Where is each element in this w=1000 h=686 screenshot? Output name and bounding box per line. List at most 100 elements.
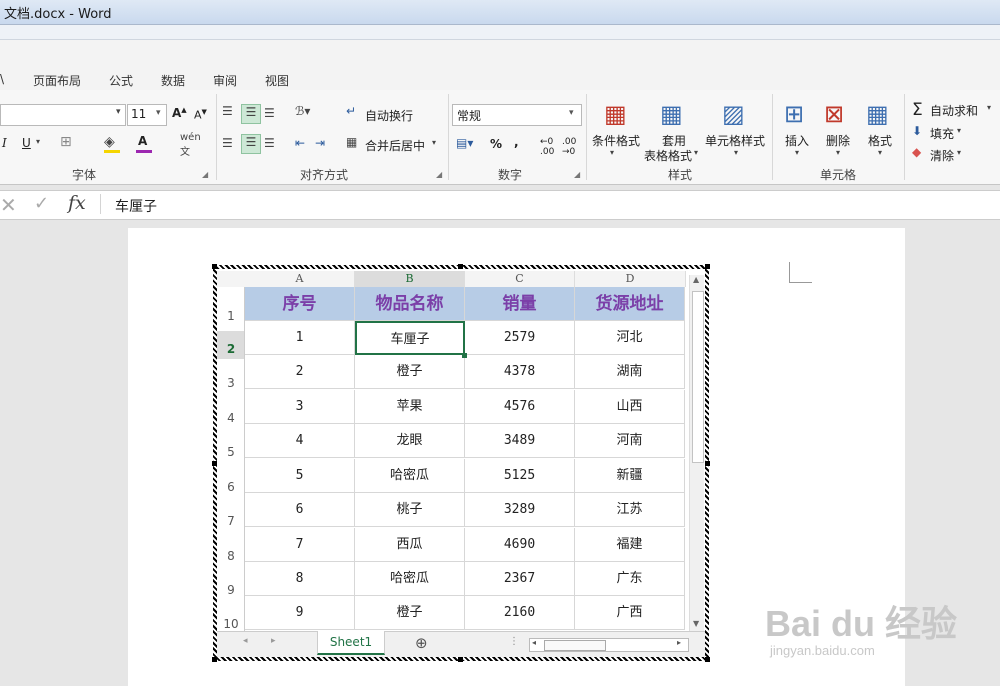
table-cell[interactable]: 4 [245,424,355,458]
column-header-d[interactable]: D [575,271,686,287]
table-cell[interactable]: 3489 [465,424,575,458]
scroll-up-icon[interactable]: ▲ [693,275,699,284]
tab-view[interactable]: 视图 [265,72,289,89]
table-cell[interactable]: 2160 [465,596,575,630]
fill-button[interactable]: 填充 [930,125,954,142]
align-top-icon[interactable]: ☰ [222,104,233,118]
prev-sheet-icon[interactable]: ◂ [243,636,248,646]
insert-button[interactable]: 插入 [785,132,809,149]
select-all-corner[interactable] [217,271,246,287]
table-cell[interactable]: 橙子 [355,355,465,389]
table-cell[interactable]: 江苏 [575,493,685,527]
increase-decimal-icon[interactable]: ←0.00 [540,137,554,157]
italic-icon[interactable]: I [2,136,7,150]
merge-center-icon[interactable]: ▦ [346,135,357,149]
table-cell[interactable]: 山西 [575,390,685,424]
embedded-worksheet-frame[interactable]: A B C D 1 2 3 4 5 6 7 8 9 10 序号 物品名称 销量 … [212,264,710,662]
chevron-down-icon[interactable]: ▾ [432,138,436,147]
table-cell[interactable]: 龙眼 [355,424,465,458]
underline-icon[interactable]: U [22,136,31,150]
row-header[interactable]: 6 [217,480,245,494]
insert-function-icon[interactable]: fx [68,192,86,214]
row-header[interactable]: 9 [217,583,245,597]
chevron-down-icon[interactable]: ▾ [610,148,614,157]
fill-color-icon[interactable]: ◈ [104,134,115,150]
font-color-icon[interactable]: A [138,134,147,148]
row-header[interactable]: 2 [217,331,245,359]
format-cells-icon[interactable]: ▦ [866,100,889,128]
header-cell[interactable]: 物品名称 [355,287,465,321]
tab-data[interactable]: 数据 [161,72,185,89]
chevron-down-icon[interactable]: ▾ [36,137,40,146]
active-cell[interactable]: 车厘子 [355,321,465,355]
wrap-text-button[interactable]: 自动换行 [365,107,413,124]
format-as-table-line2[interactable]: 表格格式 [644,147,692,164]
table-cell[interactable]: 西瓜 [355,528,465,562]
chevron-down-icon[interactable]: ▾ [734,148,738,157]
table-cell[interactable]: 苹果 [355,390,465,424]
chevron-down-icon[interactable]: ▾ [987,103,991,112]
eraser-icon[interactable]: ◆ [912,145,921,159]
scroll-left-icon[interactable]: ◂ [532,638,536,647]
align-right-icon[interactable]: ☰ [264,136,275,150]
scroll-down-icon[interactable]: ▼ [693,619,699,628]
row-header[interactable]: 4 [217,411,245,425]
conditional-format-button[interactable]: 条件格式 [592,132,640,149]
table-cell[interactable]: 哈密瓜 [355,562,465,596]
table-cell[interactable]: 8 [245,562,355,596]
cancel-icon[interactable]: ✕ [0,193,17,217]
chevron-down-icon[interactable]: ▾ [116,107,121,117]
fill-icon[interactable]: ⬇ [912,124,922,138]
table-cell[interactable]: 7 [245,528,355,562]
font-name-dropdown[interactable] [0,104,126,126]
percent-style-icon[interactable]: % [490,137,502,151]
row-header[interactable]: 10 [217,617,245,631]
row-header[interactable]: 7 [217,514,245,528]
scroll-right-icon[interactable]: ▸ [677,638,681,647]
table-cell[interactable]: 河北 [575,321,685,355]
format-button[interactable]: 格式 [868,132,892,149]
format-as-table-icon[interactable]: ▦ [660,100,683,128]
tab-formulas[interactable]: 公式 [109,72,133,89]
table-cell[interactable]: 3289 [465,493,575,527]
font-dialog-launcher-icon[interactable]: ◢ [202,170,208,179]
clear-button[interactable]: 清除 [930,147,954,164]
table-cell[interactable]: 4690 [465,528,575,562]
table-cell[interactable]: 广西 [575,596,685,630]
table-cell[interactable]: 广东 [575,562,685,596]
resize-handle[interactable] [212,657,217,662]
align-middle-icon[interactable]: ☰ [241,104,261,124]
resize-handle[interactable] [705,264,710,269]
phonetic-icon[interactable]: wén 文 [180,132,201,158]
resize-handle[interactable] [705,461,710,466]
table-cell[interactable]: 湖南 [575,355,685,389]
autosum-button[interactable]: 自动求和 [930,102,978,119]
cell-styles-icon[interactable]: ▨ [722,100,745,128]
split-handle-icon[interactable]: ⋮ [509,636,519,647]
row-header[interactable]: 8 [217,549,245,563]
chevron-down-icon[interactable]: ▾ [878,148,882,157]
font-size-dropdown[interactable]: 11 ▾ [127,104,167,126]
insert-cells-icon[interactable]: ⊞ [784,100,804,128]
comma-style-icon[interactable]: , [514,135,519,149]
number-format-dropdown[interactable]: 常规 ▾ [452,104,582,126]
header-cell[interactable]: 销量 [465,287,575,321]
row-header[interactable]: 5 [217,445,245,459]
number-dialog-launcher-icon[interactable]: ◢ [574,170,580,179]
table-cell[interactable]: 6 [245,493,355,527]
autosum-icon[interactable]: Σ [912,100,923,120]
vertical-scrollbar[interactable]: ▲ ▼ [689,275,704,631]
chevron-down-icon[interactable]: ▾ [795,148,799,157]
increase-indent-icon[interactable]: ⇥ [315,136,325,150]
table-cell[interactable]: 4576 [465,390,575,424]
chevron-down-icon[interactable]: ▾ [694,148,698,157]
shrink-font-icon[interactable]: A▼ [194,108,207,122]
table-cell[interactable]: 2367 [465,562,575,596]
tab-review[interactable]: 审阅 [213,72,237,89]
border-icon[interactable]: ⊞ [60,134,72,150]
row-header[interactable]: 1 [217,309,245,323]
align-bottom-icon[interactable]: ☰ [264,106,275,120]
chevron-down-icon[interactable]: ▾ [957,148,961,157]
decrease-indent-icon[interactable]: ⇤ [295,136,305,150]
row-header[interactable]: 3 [217,376,245,390]
